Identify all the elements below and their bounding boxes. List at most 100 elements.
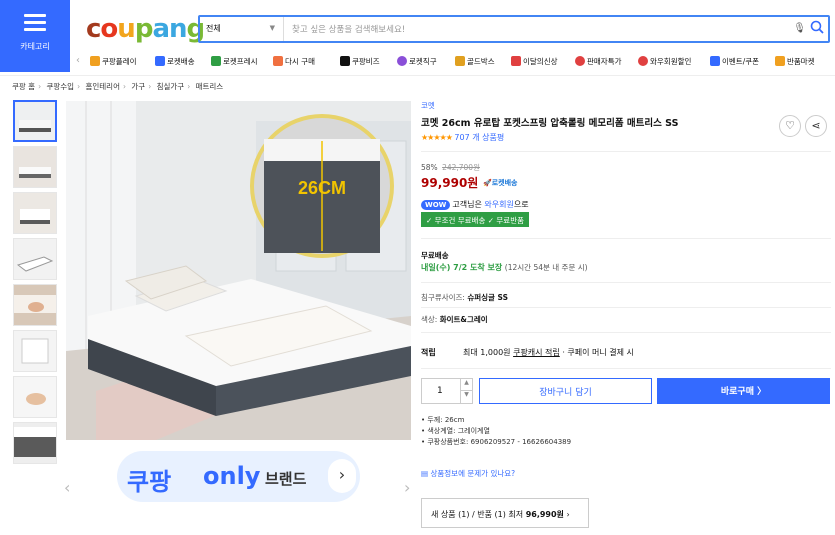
shortcut-wow-discount[interactable]: 와우회원할인	[638, 56, 691, 67]
search-category-select[interactable]: 전체 ▼	[200, 17, 284, 41]
breadcrumb-item[interactable]: 매트리스	[196, 82, 224, 91]
product-title: 코멧 26cm 유로탑 포켓스프링 압축롤링 메모리폼 매트리스 SS	[421, 118, 679, 129]
divider	[421, 307, 831, 308]
wow-badge: WOW	[421, 200, 451, 210]
spec-item: • 색상계열: 그레이계열	[421, 427, 490, 435]
shipping-title: 무료배송	[421, 251, 449, 260]
star-rating-icon: ★★★★★	[421, 133, 453, 142]
banner-text-only: only	[203, 462, 261, 490]
wow-member-link[interactable]: 와우회원	[484, 200, 513, 209]
category-menu-label: 카테고리	[20, 42, 50, 51]
repurchase-icon	[273, 56, 283, 66]
thumbnail-6[interactable]	[13, 330, 57, 372]
shortcut-rebuy[interactable]: 다시 구매	[273, 56, 315, 67]
original-price: 242,700원	[442, 163, 480, 172]
shortcut-biz[interactable]: 쿠팡비즈	[340, 56, 380, 67]
mattress-illustration: 26CM	[66, 101, 411, 440]
divider	[421, 332, 831, 333]
chevron-down-icon[interactable]: ▼	[460, 391, 472, 403]
chevron-right-icon: ›	[563, 510, 570, 519]
points-info: 적립 최대 1,000원 쿠팡캐시 적립 · 쿠페이 머니 결제 시	[421, 348, 634, 357]
search-icon[interactable]	[810, 20, 824, 34]
wow-member-notice: WOW 고객님은 와우회원으로	[421, 199, 529, 210]
banner-text-coupang: 쿠팡	[127, 468, 172, 496]
pin-icon	[638, 56, 648, 66]
divider	[421, 368, 831, 369]
breadcrumb-item[interactable]: 쿠팡수입	[46, 82, 74, 91]
chevron-right-icon[interactable]: ›	[328, 459, 356, 493]
discount-info: 58% 242,700원	[421, 162, 480, 173]
quantity-stepper[interactable]: 1 ▲ ▼	[421, 378, 473, 404]
coupon-icon	[710, 56, 720, 66]
thumbnail-8[interactable]	[13, 422, 57, 464]
delivery-estimate: 내일(수) 7/2 도착 보장 (12시간 54분 내 주문 시)	[421, 263, 588, 272]
shortcut-new-arrivals[interactable]: 이달의신상	[511, 56, 558, 67]
rating[interactable]: ★★★★★ 707 개 상품평	[421, 132, 504, 143]
chevron-right-icon[interactable]: ›	[404, 478, 410, 497]
thumbnail-1[interactable]	[13, 100, 57, 142]
coupang-only-brand-banner[interactable]: 쿠팡 only 브랜드 ›	[117, 451, 360, 502]
coupang-cash-link[interactable]: 쿠팡캐시 적립	[513, 348, 560, 357]
quantity-value[interactable]: 1	[437, 386, 443, 396]
breadcrumb: 쿠팡 홈 › 쿠팡수입 › 홈인테리어 › 가구 › 침실가구 › 매트리스	[12, 82, 224, 91]
breadcrumb-item[interactable]: 쿠팡 홈	[12, 82, 35, 91]
chevron-down-icon: ▼	[269, 24, 275, 32]
biz-icon	[340, 56, 350, 66]
header-divider	[0, 75, 835, 76]
chevron-up-icon[interactable]: ▲	[460, 379, 472, 391]
shortcut-rocket-fresh[interactable]: 로켓프레시	[211, 56, 258, 67]
thumbnail-3[interactable]	[13, 192, 57, 234]
color-option[interactable]: 색상: 화이트&그레이	[421, 314, 488, 325]
thickness-badge-text: 26CM	[298, 178, 346, 198]
review-count: 707 개 상품평	[454, 133, 505, 142]
divider	[421, 238, 831, 239]
microphone-icon[interactable]: 🎙	[793, 23, 806, 34]
buy-now-button[interactable]: 바로구매 〉	[657, 378, 830, 404]
globe-icon	[397, 56, 407, 66]
shortcut-return-market[interactable]: 반품마켓	[775, 56, 815, 67]
shortcut-seller-deals[interactable]: 판매자특가	[575, 56, 622, 67]
brand-link[interactable]: 코멧	[421, 100, 435, 111]
goldbox-icon	[455, 56, 465, 66]
thumbnail-7[interactable]	[13, 376, 57, 418]
coupang-logo[interactable]: coupang	[86, 14, 205, 44]
chevron-left-icon[interactable]: ‹	[64, 478, 70, 497]
shortcut-goldbox[interactable]: 골드박스	[455, 56, 495, 67]
share-icon[interactable]: ⋖	[805, 115, 827, 137]
category-menu-button[interactable]: 카테고리	[0, 0, 70, 72]
main-product-image[interactable]: 26CM	[66, 101, 411, 440]
breadcrumb-item[interactable]: 홈인테리어	[85, 82, 120, 91]
discount-rate: 58%	[421, 163, 438, 172]
shortcut-events-coupons[interactable]: 이벤트/쿠폰	[710, 56, 759, 67]
banner-text-brand: 브랜드	[265, 470, 307, 488]
other-sellers-button[interactable]: 새 상품 (1) / 반품 (1) 최저 96,990원 ›	[421, 498, 589, 528]
shortcut-rocket-direct[interactable]: 로켓직구	[397, 56, 437, 67]
divider	[421, 151, 831, 152]
spec-item: • 쿠팡상품번호: 6906209527 - 16626604389	[421, 438, 572, 446]
product-specs: • 두께: 26cm • 색상계열: 그레이계열 • 쿠팡상품번호: 69062…	[421, 415, 571, 448]
add-to-cart-button[interactable]: 장바구니 담기	[479, 378, 652, 404]
shortcut-bar: ‹ 쿠팡플레이 로켓배송 로켓프레시 다시 구매 쿠팡비즈 로켓직구 골드박스 …	[70, 50, 835, 72]
search-input[interactable]: 찾고 싶은 상품을 검색해보세요!	[292, 23, 405, 35]
size-option[interactable]: 침구류사이즈: 슈퍼싱글 SS	[421, 292, 508, 303]
rocket-icon	[155, 56, 165, 66]
box-icon	[775, 56, 785, 66]
report-problem-link[interactable]: ▤ 상품정보에 문제가 있나요?	[421, 468, 515, 479]
search-bar: 전체 ▼ 찾고 싶은 상품을 검색해보세요! 🎙	[198, 15, 830, 43]
breadcrumb-item[interactable]: 침실가구	[157, 82, 185, 91]
chevron-left-icon[interactable]: ‹	[76, 55, 80, 66]
play-icon	[90, 56, 100, 66]
rocket-fresh-icon	[211, 56, 221, 66]
heart-icon[interactable]: ♡	[779, 115, 801, 137]
free-shipping-return-tags: ✓ 무조건 무료배송 ✓ 무료반품	[421, 212, 530, 227]
hamburger-icon	[24, 14, 46, 35]
breadcrumb-item[interactable]: 가구	[131, 82, 145, 91]
thumbnail-2[interactable]	[13, 146, 57, 188]
shortcut-rocket-delivery[interactable]: 로켓배송	[155, 56, 195, 67]
divider	[421, 282, 831, 283]
shortcut-coupang-play[interactable]: 쿠팡플레이	[90, 56, 137, 67]
thumbnail-4[interactable]	[13, 238, 57, 280]
rocket-delivery-badge: 🚀로켓배송	[483, 179, 518, 187]
thumbnail-5[interactable]	[13, 284, 57, 326]
spec-item: • 두께: 26cm	[421, 416, 465, 424]
